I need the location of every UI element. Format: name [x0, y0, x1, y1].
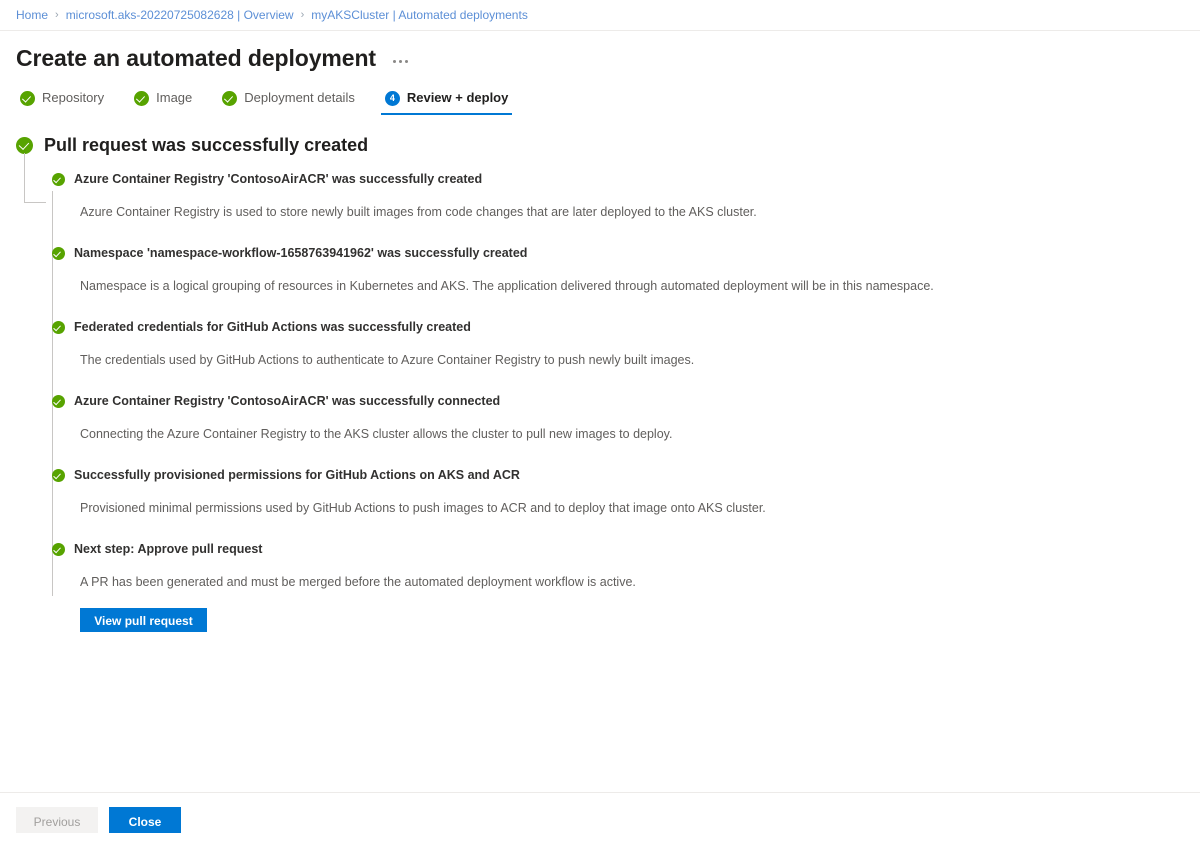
previous-button: Previous: [16, 807, 98, 833]
result-item-acr-connected: Azure Container Registry 'ContosoAirACR'…: [16, 393, 1200, 443]
result-item-permissions-provisioned: Successfully provisioned permissions for…: [16, 467, 1200, 517]
breadcrumb: Home › microsoft.aks-20220725082628 | Ov…: [16, 7, 528, 23]
result-item-header: Namespace 'namespace-workflow-1658763941…: [52, 245, 1200, 262]
check-circle-icon: [20, 90, 35, 106]
tab-label: Deployment details: [244, 90, 355, 105]
tab-review-deploy[interactable]: 4 Review + deploy: [380, 89, 513, 115]
result-item-title: Federated credentials for GitHub Actions…: [74, 320, 471, 334]
check-circle-icon: [52, 247, 65, 260]
page-title-row: Create an automated deployment: [0, 31, 1200, 73]
breadcrumb-separator-icon: ›: [55, 9, 59, 21]
result-item-header: Successfully provisioned permissions for…: [52, 467, 1200, 484]
result-heading-row: Pull request was successfully created: [16, 133, 1200, 157]
result-item-header: Azure Container Registry 'ContosoAirACR'…: [52, 171, 1200, 188]
result-item-federated-credentials: Federated credentials for GitHub Actions…: [16, 319, 1200, 369]
check-circle-icon: [52, 395, 65, 408]
check-circle-icon: [52, 173, 65, 186]
result-item-title: Successfully provisioned permissions for…: [74, 468, 520, 482]
result-heading: Pull request was successfully created: [44, 135, 369, 155]
tab-label: Image: [156, 90, 193, 105]
deployment-results: Pull request was successfully created Az…: [0, 115, 1200, 632]
tab-repository[interactable]: Repository: [16, 89, 108, 115]
more-options-icon[interactable]: [390, 56, 411, 67]
result-item-description: A PR has been generated and must be merg…: [80, 575, 636, 589]
tab-label: Repository: [42, 90, 105, 105]
tab-image[interactable]: Image: [130, 89, 196, 115]
result-item-namespace-created: Namespace 'namespace-workflow-1658763941…: [16, 245, 1200, 295]
check-circle-icon: [16, 136, 33, 154]
ellipsis-dot: [392, 60, 396, 63]
wizard-footer: Previous Close: [0, 792, 1200, 847]
breadcrumb-separator-icon: ›: [300, 9, 305, 21]
check-circle-icon: [52, 543, 65, 556]
result-item-description: Namespace is a logical grouping of resou…: [80, 279, 934, 293]
result-item-description: Azure Container Registry is used to stor…: [80, 205, 757, 219]
result-item-acr-created: Azure Container Registry 'ContosoAirACR'…: [16, 171, 1200, 221]
result-item-header: Azure Container Registry 'ContosoAirACR'…: [52, 393, 1200, 410]
ellipsis-dot: [398, 60, 402, 63]
breadcrumb-item-home[interactable]: Home: [16, 7, 48, 23]
tab-label: Review + deploy: [406, 90, 509, 105]
step-number-badge: 4: [384, 90, 400, 106]
result-tree: Azure Container Registry 'ContosoAirACR'…: [16, 153, 1200, 632]
result-item-header: Next step: Approve pull request: [52, 541, 1200, 558]
close-button[interactable]: Close: [109, 807, 181, 833]
breadcrumb-bar: Home › microsoft.aks-20220725082628 | Ov…: [0, 0, 1200, 31]
breadcrumb-item-automated-deployments[interactable]: myAKSCluster | Automated deployments: [311, 7, 528, 23]
wizard-tabstrip: Repository Image Deployment details 4 Re…: [0, 73, 1200, 115]
result-item-next-step-approve-pr: Next step: Approve pull request A PR has…: [16, 541, 1200, 632]
check-circle-icon: [222, 90, 238, 106]
view-pull-request-button[interactable]: View pull request: [80, 608, 207, 632]
check-circle-icon: [52, 321, 65, 334]
result-item-title: Namespace 'namespace-workflow-1658763941…: [74, 246, 528, 260]
result-item-description: Provisioned minimal permissions used by …: [80, 501, 766, 515]
tab-deployment-details[interactable]: Deployment details: [218, 89, 359, 115]
check-circle-icon: [134, 90, 150, 106]
result-item-title: Azure Container Registry 'ContosoAirACR'…: [74, 394, 501, 408]
result-item-title: Azure Container Registry 'ContosoAirACR'…: [74, 172, 483, 186]
result-item-header: Federated credentials for GitHub Actions…: [52, 319, 1200, 336]
breadcrumb-item-deployment-overview[interactable]: microsoft.aks-20220725082628 | Overview: [66, 7, 294, 23]
ellipsis-dot: [404, 60, 408, 63]
check-circle-icon: [52, 469, 65, 482]
result-item-title: Next step: Approve pull request: [74, 542, 263, 556]
result-item-description: The credentials used by GitHub Actions t…: [80, 353, 695, 367]
page-title: Create an automated deployment: [16, 44, 376, 71]
result-item-description: Connecting the Azure Container Registry …: [80, 427, 673, 441]
